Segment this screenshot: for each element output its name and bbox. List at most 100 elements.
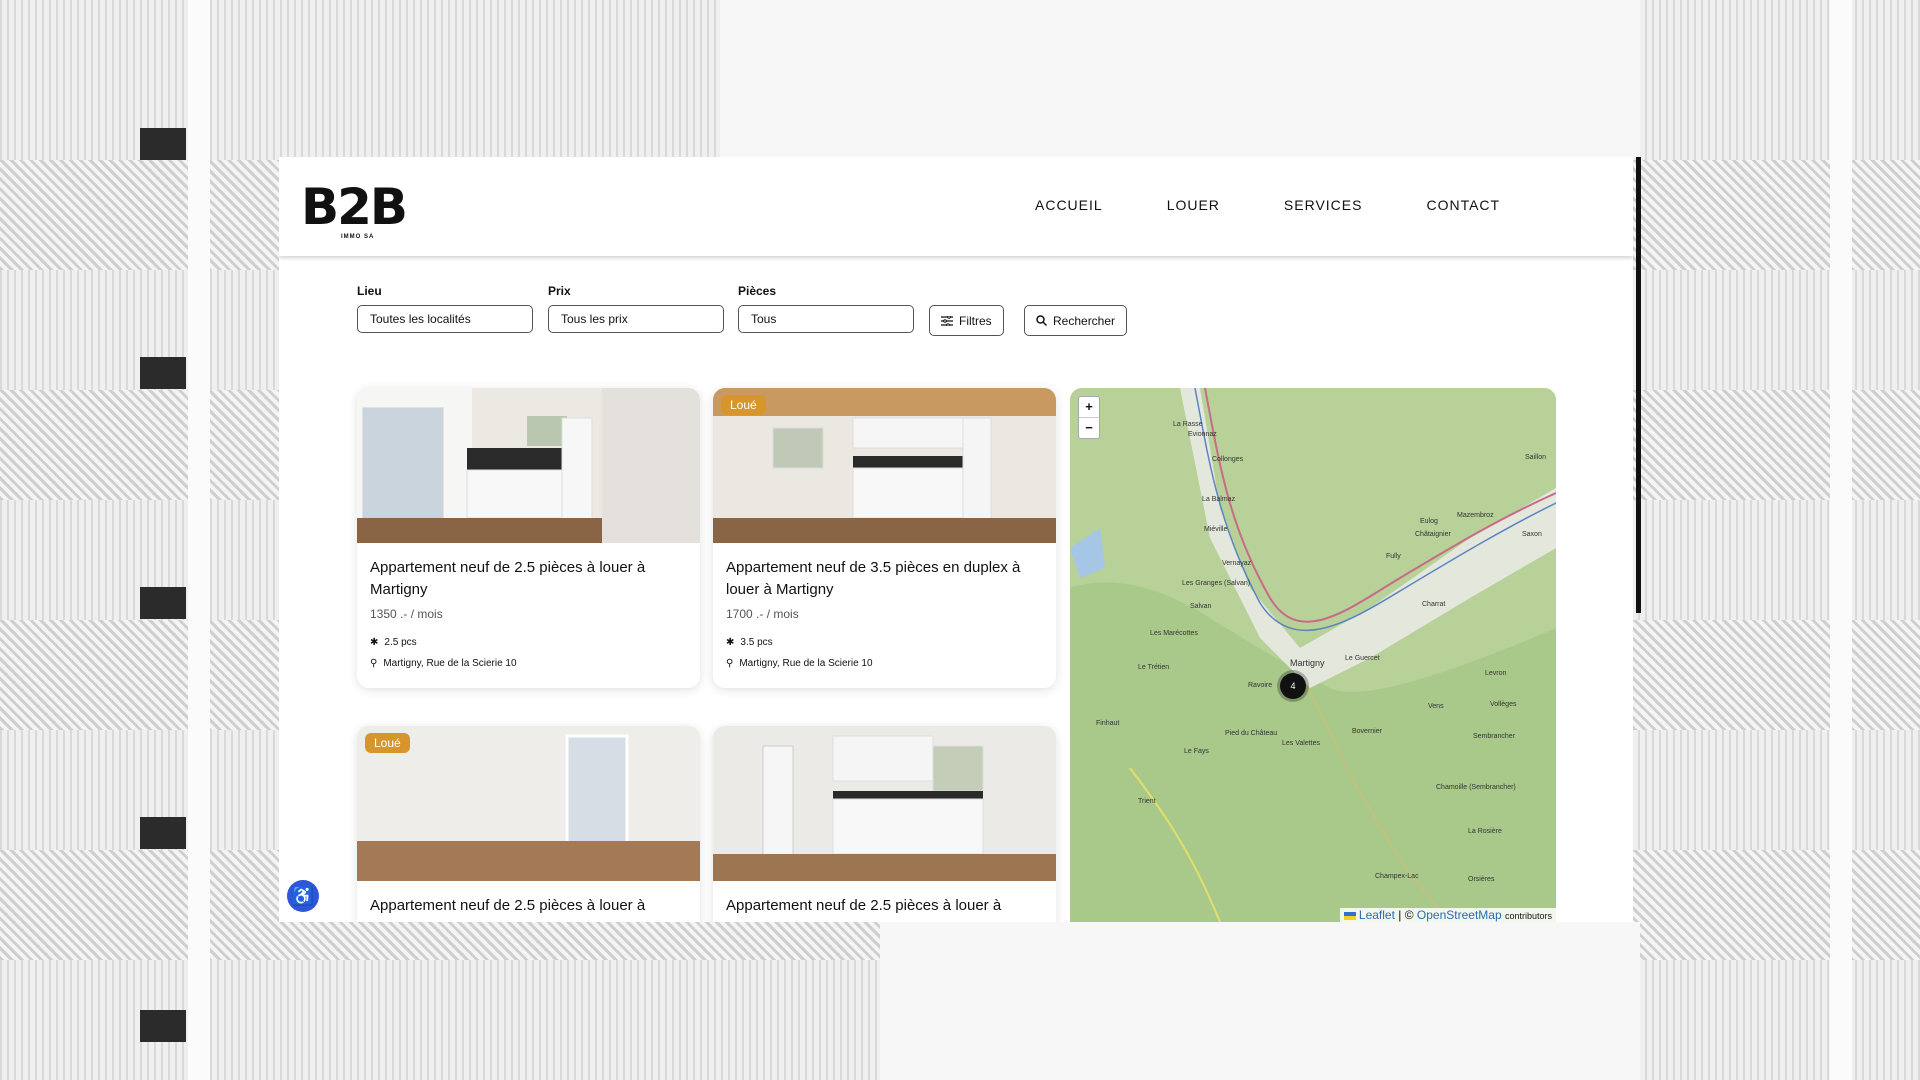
filters-button-label: Filtres <box>959 313 992 328</box>
listing-photo: Loué <box>713 388 1056 543</box>
lieu-select[interactable] <box>357 305 533 333</box>
leaflet-link[interactable]: Leaflet <box>1359 908 1395 922</box>
listing-photo: Loué <box>357 726 700 881</box>
map-place-label: Levron <box>1485 670 1507 677</box>
map-place-label: Les Marécottes <box>1150 630 1198 637</box>
brand-logo[interactable]: B2B IMMO SA <box>301 182 413 244</box>
map-place-label: Miéville <box>1204 526 1228 533</box>
listing-address: ⚲ Martigny, Rue de la Scierie 10 <box>713 656 1056 670</box>
background-window <box>140 587 186 619</box>
listing-card[interactable]: Loué Appartement neuf de 3.5 pièces en d… <box>713 388 1056 688</box>
main-nav: ACCUEIL LOUER SERVICES CONTACT <box>1035 197 1564 213</box>
background-window <box>140 357 186 389</box>
map-place-label: La Rasse <box>1173 421 1203 428</box>
listing-rooms-value: 3.5 pcs <box>740 636 773 648</box>
map-place-label: Collonges <box>1212 456 1244 463</box>
search-button[interactable]: Rechercher <box>1024 305 1128 336</box>
map-tiles <box>1070 388 1556 922</box>
rooms-icon: ✱ <box>726 636 735 648</box>
map-place-label: Sembrancher <box>1473 733 1516 740</box>
rented-badge: Loué <box>365 733 410 753</box>
map-place-label: Saxon <box>1522 531 1542 538</box>
map-place-label: Finhaut <box>1096 720 1120 727</box>
lieu-filter: Lieu <box>357 284 533 333</box>
map-place-label: Bovernier <box>1352 728 1382 735</box>
map-place-label: Le Fays <box>1184 748 1209 755</box>
map-place-label: Vernayaz <box>1222 560 1252 567</box>
listing-title[interactable]: Appartement neuf de 2.5 pièces à louer à <box>713 881 1056 917</box>
map-place-label: Chamoille (Sembrancher) <box>1436 784 1516 791</box>
background-sky <box>720 0 1640 157</box>
map-place-label: Les Granges (Salvan) <box>1182 580 1251 587</box>
listing-address: ⚲ Martigny, Rue de la Scierie 10 <box>357 656 700 670</box>
background-pillar <box>188 0 210 1080</box>
background-window <box>140 817 186 849</box>
prix-filter: Prix <box>548 284 724 333</box>
pieces-select[interactable] <box>738 305 914 333</box>
sliders-icon <box>941 315 953 326</box>
nav-item-contact[interactable]: CONTACT <box>1426 197 1500 213</box>
map-place-label: Salvan <box>1190 603 1212 610</box>
ukraine-flag-icon <box>1343 911 1356 920</box>
location-pin-icon: ⚲ <box>370 657 378 669</box>
map-place-label: Châtaignier <box>1415 531 1451 538</box>
map-attribution: Leaflet | © OpenStreetMap contributors <box>1339 908 1556 922</box>
listing-address-value: Martigny, Rue de la Scierie 10 <box>383 657 517 669</box>
map-place-label: Le Trétien <box>1138 664 1170 671</box>
listing-title[interactable]: Appartement neuf de 2.5 pièces à louer à <box>357 881 700 917</box>
nav-item-accueil[interactable]: ACCUEIL <box>1035 197 1103 213</box>
contributors-text: contributors <box>1504 911 1552 921</box>
zoom-in-button[interactable]: + <box>1079 397 1099 417</box>
listing-rooms-value: 2.5 pcs <box>384 636 417 648</box>
nav-item-louer[interactable]: LOUER <box>1167 197 1220 213</box>
map-place-label: Le Guercet <box>1345 655 1380 662</box>
listing-photo <box>713 726 1056 881</box>
listing-rooms: ✱ 3.5 pcs <box>713 635 1056 649</box>
map-place-label: Vens <box>1428 703 1444 710</box>
map-zoom-control: + − <box>1078 396 1100 439</box>
map-cluster-marker[interactable]: 4 <box>1280 673 1306 699</box>
map-place-label: Trient <box>1138 798 1156 805</box>
prix-select[interactable] <box>548 305 724 333</box>
zoom-out-button[interactable]: − <box>1079 417 1099 438</box>
background-pillar <box>1830 0 1852 1080</box>
listing-card[interactable]: Loué Appartement neuf de 2.5 pièces à lo… <box>357 726 700 922</box>
prix-label: Prix <box>548 284 571 298</box>
listing-card[interactable]: Appartement neuf de 2.5 pièces à louer à <box>713 726 1056 922</box>
map-place-label: Ravoire <box>1248 682 1273 689</box>
rented-badge: Loué <box>721 395 766 415</box>
filters-button[interactable]: Filtres <box>929 305 1004 336</box>
map-place-label: Pied du Château <box>1225 730 1278 737</box>
accessibility-icon: ♿ <box>291 886 315 906</box>
listing-price: 1350 .- / mois <box>370 607 443 621</box>
listing-price: 1700 .- / mois <box>726 607 799 621</box>
website-frame: B2B IMMO SA ACCUEIL LOUER SERVICES CONTA… <box>279 157 1633 922</box>
map-place-label: Martigny <box>1290 658 1325 668</box>
accessibility-button[interactable]: ♿ <box>287 880 319 912</box>
pieces-filter: Pièces <box>738 284 914 333</box>
logo-subtitle: IMMO SA <box>341 234 375 240</box>
map-place-label: La Rosière <box>1468 828 1502 835</box>
map-place-label: Les Valettes <box>1282 740 1321 747</box>
listing-title[interactable]: Appartement neuf de 3.5 pièces en duplex… <box>713 543 1056 601</box>
listing-card[interactable]: Appartement neuf de 2.5 pièces à louer à… <box>357 388 700 688</box>
openstreetmap-link[interactable]: OpenStreetMap <box>1417 908 1502 922</box>
map-place-label: Vollèges <box>1490 701 1517 708</box>
page-scrollbar[interactable] <box>1636 157 1641 613</box>
logo-mark: B2B <box>301 178 408 236</box>
listings-map[interactable]: La Rasse Evionnaz Collonges La Balmaz Mi… <box>1070 388 1556 922</box>
attribution-separator: | © <box>1398 908 1414 922</box>
pieces-label: Pièces <box>738 284 777 298</box>
background-window <box>140 128 186 160</box>
map-place-label: Fully <box>1386 553 1401 560</box>
location-pin-icon: ⚲ <box>726 657 734 669</box>
map-place-label: Champex-Lac <box>1375 873 1419 880</box>
background-window <box>140 1010 186 1042</box>
search-icon <box>1036 315 1047 326</box>
listing-photo <box>357 388 700 543</box>
nav-item-services[interactable]: SERVICES <box>1284 197 1363 213</box>
map-place-label: La Balmaz <box>1202 496 1236 503</box>
listing-title[interactable]: Appartement neuf de 2.5 pièces à louer à… <box>357 543 700 601</box>
search-button-label: Rechercher <box>1053 313 1116 328</box>
map-place-label: Mazembroz <box>1457 512 1494 519</box>
